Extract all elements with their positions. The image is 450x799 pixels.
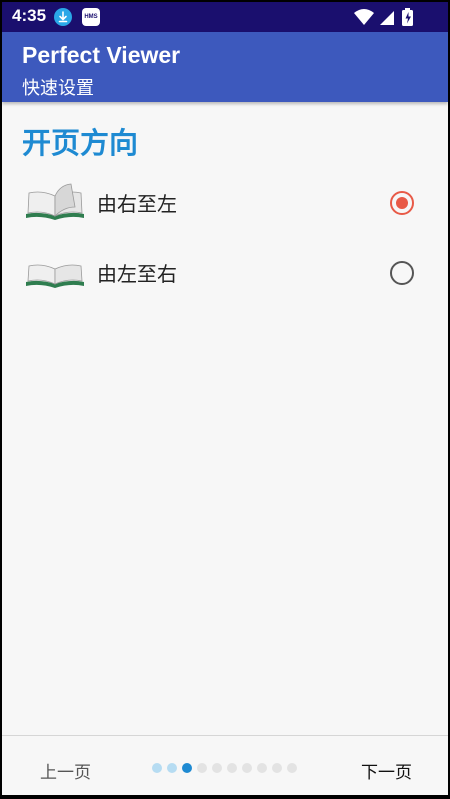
battery-charging-icon xyxy=(402,8,413,26)
screen: 4:35 HMS Perfect Viewer 快速设置 开页方向 由右至左 由… xyxy=(2,2,448,795)
page-dot xyxy=(272,763,282,773)
page-dot xyxy=(212,763,222,773)
radio-button-selected[interactable] xyxy=(390,191,414,215)
page-dot xyxy=(242,763,252,773)
page-dot xyxy=(287,763,297,773)
download-icon xyxy=(54,8,72,26)
book-open-icon xyxy=(24,182,86,222)
page-dot-current xyxy=(182,763,192,773)
radio-button-unselected[interactable] xyxy=(390,261,414,285)
section-heading: 开页方向 xyxy=(22,126,139,160)
app-bar: Perfect Viewer 快速设置 xyxy=(2,32,448,102)
app-subtitle: 快速设置 xyxy=(22,78,94,99)
bottom-nav: 上一页 下一页 xyxy=(2,735,448,795)
book-open-icon xyxy=(24,252,86,292)
option-right-to-left[interactable]: 由右至左 xyxy=(2,170,448,232)
page-dot xyxy=(167,763,177,773)
wifi-icon xyxy=(354,9,374,25)
page-dot xyxy=(257,763,267,773)
signal-icon xyxy=(380,11,394,25)
status-time: 4:35 xyxy=(12,6,47,25)
prev-page-button[interactable]: 上一页 xyxy=(40,758,91,783)
page-dot xyxy=(152,763,162,773)
status-icons xyxy=(354,8,420,26)
status-bar: 4:35 HMS xyxy=(2,2,448,32)
app-title: Perfect Viewer xyxy=(22,42,181,68)
next-page-button[interactable]: 下一页 xyxy=(361,758,412,783)
hms-icon: HMS xyxy=(82,8,100,26)
option-label: 由左至右 xyxy=(97,262,177,286)
option-left-to-right[interactable]: 由左至右 xyxy=(2,240,448,302)
option-label: 由右至左 xyxy=(97,192,177,216)
page-dot xyxy=(197,763,207,773)
page-dot xyxy=(227,763,237,773)
